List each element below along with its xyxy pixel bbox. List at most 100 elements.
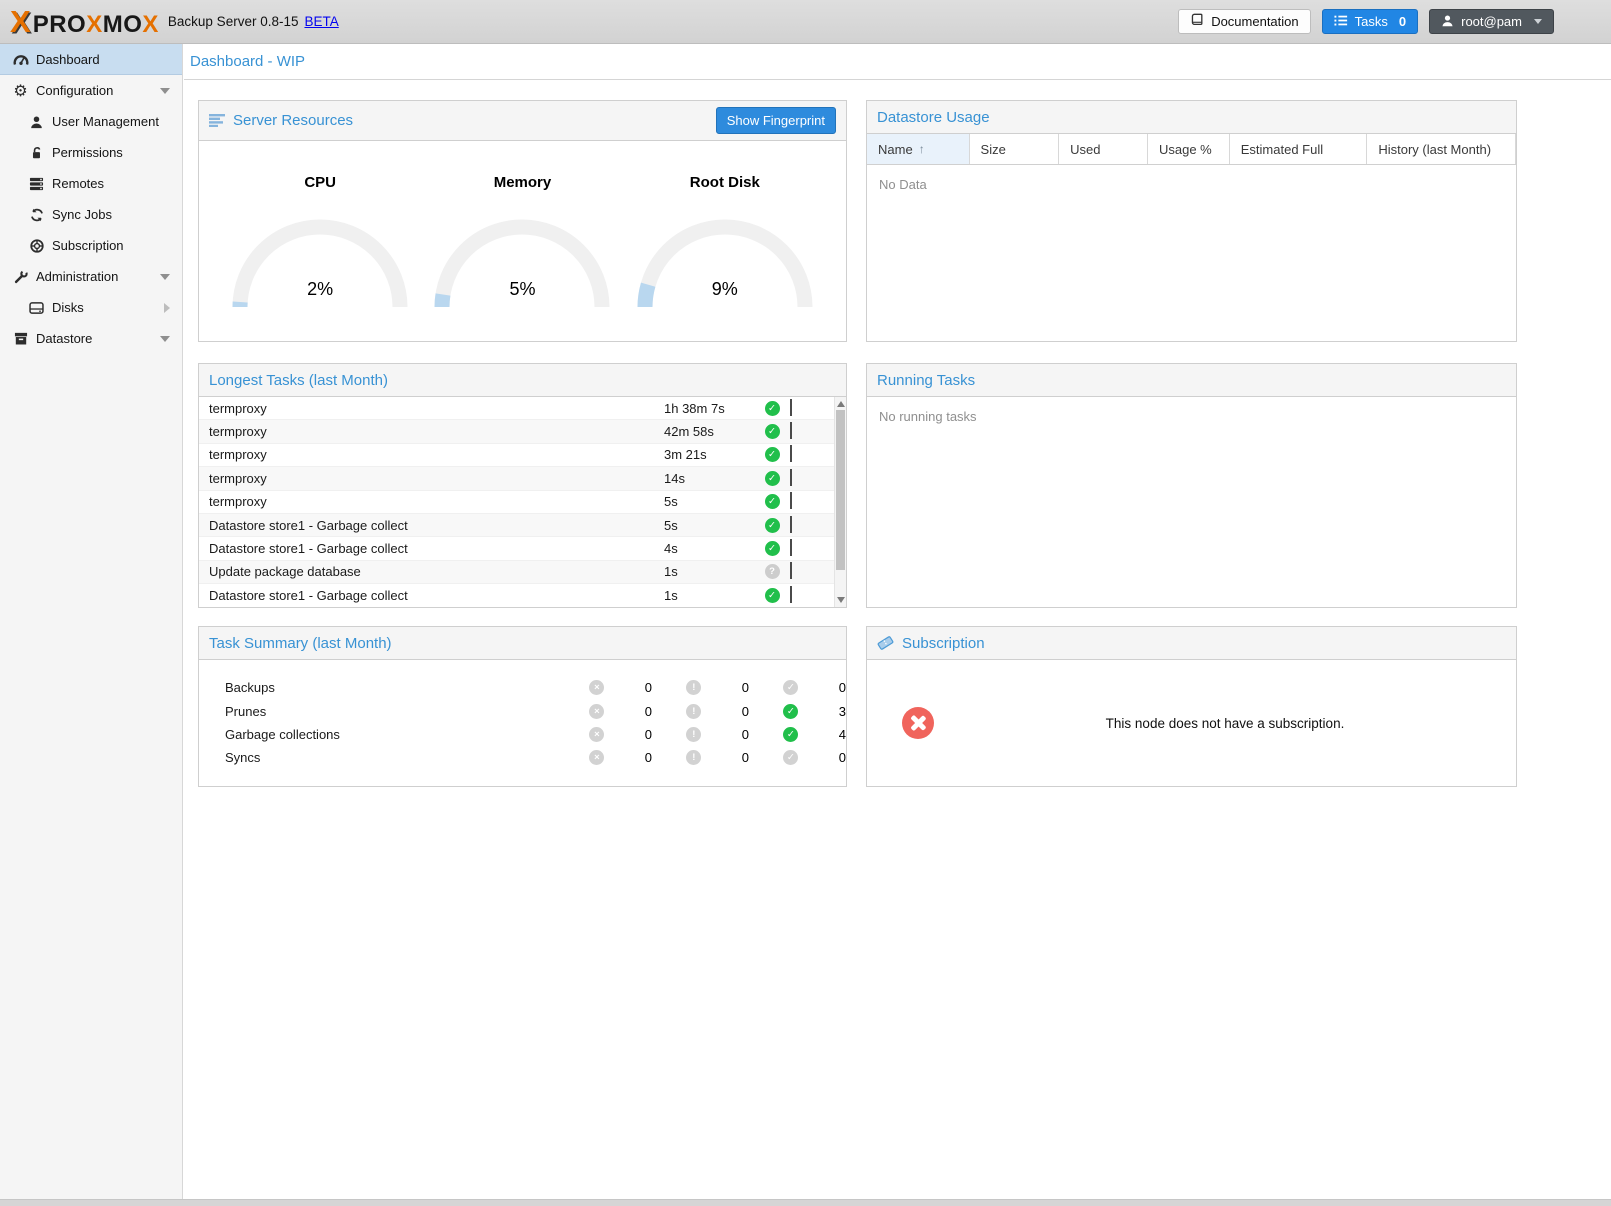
sidebar-item-datastore[interactable]: Datastore [0,323,182,354]
task-row[interactable]: Update package database1s? [199,561,846,584]
status-ok-icon: ✓ [783,680,798,695]
summary-error: ×0 [555,704,652,719]
resource-bars-icon [209,114,225,127]
show-fingerprint-button[interactable]: Show Fingerprint [716,107,836,134]
proxmox-logo: X PROXMOX [10,6,159,37]
scroll-up-icon[interactable] [837,401,845,407]
sidebar-item-configuration[interactable]: ⚙Configuration [0,75,182,106]
task-name: termproxy [199,471,664,486]
sidebar-item-permissions[interactable]: Permissions [0,137,182,168]
sidebar-item-dashboard[interactable]: Dashboard [0,44,182,75]
scroll-down-icon[interactable] [837,597,845,603]
status-warning-icon: ! [686,750,701,765]
gauge-label: CPU [220,174,420,191]
gauge-value: 2% [220,279,420,300]
status-error-icon: × [589,727,604,742]
summary-ok-count: 0 [839,680,846,695]
chevron-right-icon [790,399,792,416]
summary-label: Backups [225,680,555,695]
column-header-used[interactable]: Used [1059,134,1148,164]
datastore-icon [12,332,29,345]
gauge-value: 5% [422,279,622,300]
collapse-arrow-icon[interactable] [160,88,170,94]
summary-warning-count: 0 [742,704,749,719]
task-row[interactable]: termproxy5s✓ [199,491,846,514]
running-tasks-empty-text: No running tasks [867,397,1516,436]
summary-warning: !0 [652,750,749,765]
sidebar-item-sync-jobs[interactable]: Sync Jobs [0,199,182,230]
summary-label: Prunes [225,704,555,719]
gauge-memory: Memory5% [422,141,622,336]
open-task-button[interactable] [790,424,830,439]
column-header-estimated-full[interactable]: Estimated Full [1230,134,1368,164]
sidebar-item-disks[interactable]: Disks [0,292,182,323]
sidebar-item-user-management[interactable]: User Management [0,106,182,137]
sync-icon [28,208,45,222]
task-row[interactable]: Datastore store1 - Garbage collect5s✓ [199,514,846,537]
sidebar-item-label: Sync Jobs [52,207,112,222]
open-task-button[interactable] [790,518,830,533]
task-row[interactable]: Datastore store1 - Garbage collect4s✓ [199,537,846,560]
sidebar-item-subscription[interactable]: Subscription [0,230,182,261]
chevron-right-icon [790,492,792,509]
user-menu-button[interactable]: root@pam [1429,9,1554,34]
summary-error: ×0 [555,727,652,742]
open-task-button[interactable] [790,541,830,556]
longest-tasks-title: Longest Tasks (last Month) [209,372,388,389]
top-bar: X PROXMOX Backup Server 0.8-15 BETA Docu… [0,0,1611,44]
task-name: Datastore store1 - Garbage collect [199,541,664,556]
task-name: termproxy [199,447,664,462]
task-name: Datastore store1 - Garbage collect [199,518,664,533]
expand-arrow-icon[interactable] [164,303,170,313]
summary-row-syncs: Syncs×0!0✓0 [199,746,846,769]
open-task-button[interactable] [790,447,830,462]
open-task-button[interactable] [790,494,830,509]
summary-warning-count: 0 [742,727,749,742]
open-task-button[interactable] [790,588,830,603]
gauge-value: 9% [625,279,825,300]
task-name: Update package database [199,564,664,579]
task-name: termproxy [199,401,664,416]
longest-tasks-list: termproxy1h 38m 7s✓termproxy42m 58s✓term… [199,397,846,607]
tasks-button[interactable]: Tasks 0 [1322,9,1418,34]
proxmox-backup-server-app: X PROXMOX Backup Server 0.8-15 BETA Docu… [0,0,1611,1206]
documentation-button[interactable]: Documentation [1178,9,1310,34]
status-error-icon: × [589,680,604,695]
datastore-usage-empty-text: No Data [867,165,1516,204]
collapse-arrow-icon[interactable] [160,336,170,342]
open-task-button[interactable] [790,401,830,416]
sidebar-item-remotes[interactable]: Remotes [0,168,182,199]
column-header-usage[interactable]: Usage % [1148,134,1230,164]
sidebar-item-administration[interactable]: Administration [0,261,182,292]
task-duration: 5s [664,518,754,533]
summary-ok-count: 3 [839,704,846,719]
status-warning-icon: ! [686,680,701,695]
task-duration: 1s [664,564,754,579]
beta-link[interactable]: BETA [304,14,338,29]
status-ok-icon: ✓ [765,494,780,509]
scrollbar-thumb[interactable] [836,410,845,570]
open-task-button[interactable] [790,471,830,486]
task-row[interactable]: termproxy42m 58s✓ [199,420,846,443]
sidebar-nav: Dashboard⚙ConfigurationUser ManagementPe… [0,44,183,1199]
task-name: Datastore store1 - Garbage collect [199,588,664,603]
status-ok-icon: ✓ [783,750,798,765]
task-row[interactable]: termproxy1h 38m 7s✓ [199,397,846,420]
task-name: termproxy [199,494,664,509]
open-task-button[interactable] [790,564,830,579]
task-summary-rows: Backups×0!0✓0Prunes×0!0✓3Garbage collect… [199,660,846,770]
chevron-right-icon [790,445,792,462]
longest-tasks-scrollbar[interactable] [834,397,846,607]
column-header-history-last-month[interactable]: History (last Month) [1367,134,1516,164]
collapse-arrow-icon[interactable] [160,274,170,280]
column-label: Used [1070,142,1100,157]
column-header-size[interactable]: Size [970,134,1060,164]
column-header-name[interactable]: Name↑ [867,134,970,164]
task-row[interactable]: Datastore store1 - Garbage collect1s✓ [199,584,846,607]
horizontal-scrollbar[interactable] [0,1199,1611,1206]
user-icon [28,115,45,129]
task-row[interactable]: termproxy14s✓ [199,467,846,490]
sidebar-item-label: Configuration [36,83,113,98]
task-row[interactable]: termproxy3m 21s✓ [199,444,846,467]
proxmox-wordmark: PROXMOX [33,13,159,37]
